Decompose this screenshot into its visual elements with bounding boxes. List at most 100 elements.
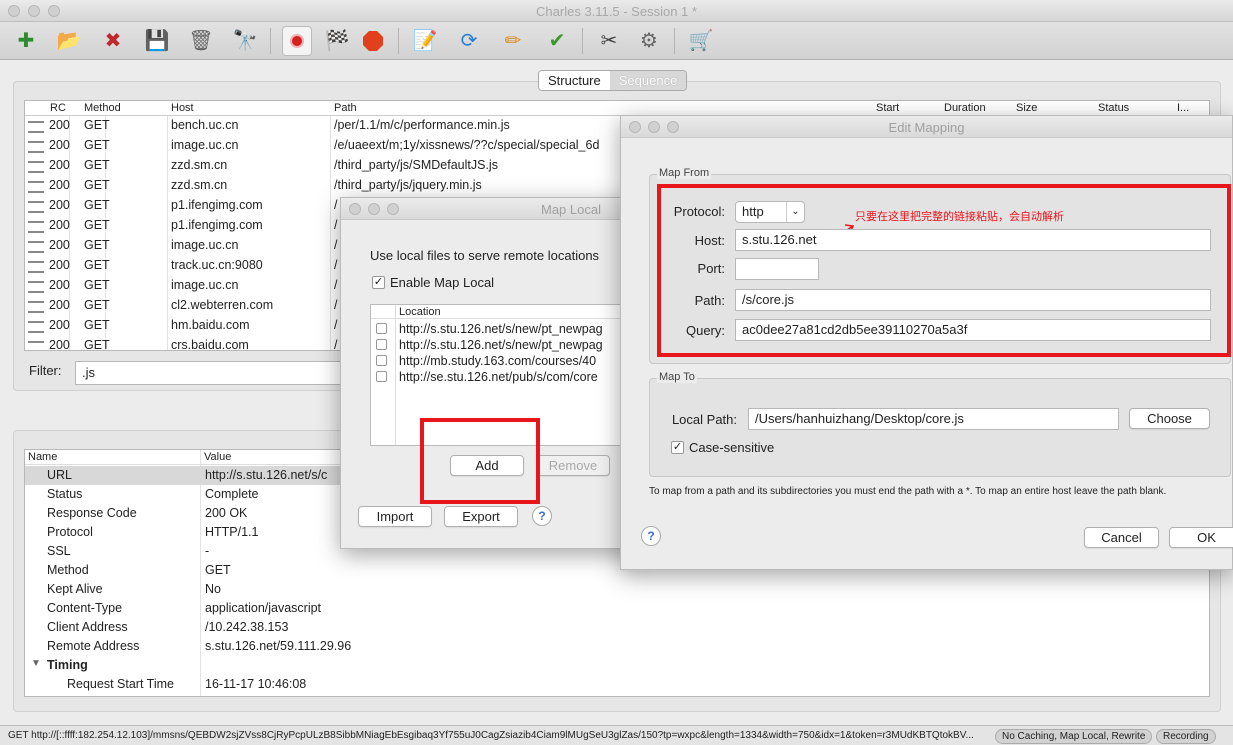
- clear-session-icon[interactable]: 🗑: [186, 26, 216, 56]
- row-method: GET: [84, 218, 110, 232]
- property-row[interactable]: Kept Alive No: [25, 580, 1209, 599]
- property-name: Status: [47, 487, 83, 501]
- location-row[interactable]: http://s.stu.126.net/s/new/pt_newpag: [371, 321, 629, 337]
- edit-request-icon[interactable]: 📝: [410, 26, 440, 56]
- path-hint-text: To map from a path and its subdirectorie…: [649, 486, 1167, 497]
- col-host[interactable]: Host: [171, 102, 194, 114]
- case-sensitive-checkbox[interactable]: ✓: [671, 441, 684, 454]
- row-host: p1.ifengimg.com: [171, 218, 263, 232]
- response-icon: [28, 161, 44, 173]
- local-path-input[interactable]: /Users/hanhuizhang/Desktop/core.js: [748, 408, 1119, 430]
- property-row[interactable]: Request Start Time 16-11-17 10:46:08: [25, 675, 1209, 694]
- property-value: /10.242.38.153: [205, 620, 289, 634]
- close-window-button[interactable]: [349, 203, 361, 215]
- ok-button[interactable]: OK: [1169, 527, 1233, 548]
- row-rc: 200: [49, 198, 70, 212]
- row-path: /: [334, 338, 338, 351]
- response-icon: [28, 221, 44, 233]
- filter-input[interactable]: .js: [75, 361, 345, 385]
- close-session-icon[interactable]: ✖: [98, 26, 128, 56]
- property-value: Complete: [205, 487, 259, 501]
- open-session-icon[interactable]: 📂: [54, 26, 84, 56]
- property-value: http://s.stu.126.net/s/c: [205, 468, 328, 482]
- row-method: GET: [84, 118, 110, 132]
- property-row[interactable]: Client Address/10.242.38.153: [25, 618, 1209, 637]
- tools-status-badge[interactable]: No Caching, Map Local, Rewrite: [995, 729, 1153, 744]
- map-from-highlight: [657, 184, 1231, 357]
- stop-breakpoints-icon[interactable]: [358, 26, 388, 56]
- row-rc: 200: [49, 238, 70, 252]
- repeat-icon[interactable]: ⟳: [454, 26, 484, 56]
- save-session-icon[interactable]: 💾: [142, 26, 172, 56]
- col-info[interactable]: I...: [1177, 102, 1189, 114]
- tab-sequence[interactable]: Sequence: [609, 71, 687, 90]
- property-name: Timing: [47, 658, 88, 672]
- property-name: SSL: [47, 544, 71, 558]
- row-method: GET: [84, 158, 110, 172]
- response-icon: [28, 141, 44, 153]
- help-icon[interactable]: ?: [532, 506, 552, 526]
- location-row[interactable]: http://s.stu.126.net/s/new/pt_newpag: [371, 337, 629, 353]
- import-button[interactable]: Import: [358, 506, 432, 527]
- cancel-button[interactable]: Cancel: [1084, 527, 1159, 548]
- row-path: /: [334, 318, 338, 332]
- choose-button[interactable]: Choose: [1129, 408, 1210, 429]
- new-session-icon[interactable]: ✚: [11, 26, 41, 56]
- property-value: s.stu.126.net/59.111.29.96: [205, 639, 352, 653]
- status-text: GET http://[::ffff:182.254.12.103]/mmsns…: [8, 730, 974, 741]
- property-value: 200 OK: [205, 506, 248, 520]
- location-enabled-checkbox[interactable]: [376, 355, 387, 366]
- location-enabled-checkbox[interactable]: [376, 371, 387, 382]
- status-bar: GET http://[::ffff:182.254.12.103]/mmsns…: [0, 725, 1233, 745]
- throttle-flag-icon[interactable]: 🏁: [322, 26, 352, 56]
- row-method: GET: [84, 238, 110, 252]
- remove-button[interactable]: Remove: [536, 455, 610, 476]
- col-status[interactable]: Status: [1098, 102, 1129, 114]
- row-rc: 200: [49, 158, 70, 172]
- location-enabled-checkbox[interactable]: [376, 339, 387, 350]
- property-row[interactable]: Content-Type application/javascript: [25, 599, 1209, 618]
- export-button[interactable]: Export: [444, 506, 518, 527]
- toolbar-divider: [582, 28, 583, 54]
- property-row[interactable]: ▼ Timing: [25, 656, 1209, 675]
- response-icon: [28, 281, 44, 293]
- location-enabled-checkbox[interactable]: [376, 323, 387, 334]
- col-start[interactable]: Start: [876, 102, 899, 114]
- map-local-description: Use local files to serve remote location…: [370, 248, 600, 263]
- recording-badge[interactable]: Recording: [1156, 729, 1216, 744]
- row-path: /: [334, 198, 338, 212]
- location-row[interactable]: http://se.stu.126.net/pub/s/com/core: [371, 369, 629, 385]
- row-method: GET: [84, 178, 110, 192]
- tab-structure[interactable]: Structure: [539, 71, 610, 90]
- row-rc: 200: [49, 258, 70, 272]
- row-rc: 200: [49, 218, 70, 232]
- table-header: RC Method Host Path Start Duration Size …: [25, 101, 1209, 116]
- col-path[interactable]: Path: [334, 102, 357, 114]
- validate-icon[interactable]: ✔: [542, 26, 572, 56]
- help-icon[interactable]: ?: [641, 526, 661, 546]
- find-icon[interactable]: 🔭: [230, 26, 260, 56]
- disclosure-triangle-icon[interactable]: ▼: [31, 658, 41, 669]
- col-rc[interactable]: RC: [50, 102, 66, 114]
- minimize-window-button[interactable]: [368, 203, 380, 215]
- shopping-cart-icon[interactable]: 🛒: [686, 26, 716, 56]
- zoom-window-button[interactable]: [387, 203, 399, 215]
- location-row[interactable]: http://mb.study.163.com/courses/40: [371, 353, 629, 369]
- tools-icon[interactable]: ✂: [594, 26, 624, 56]
- col-duration[interactable]: Duration: [944, 102, 986, 114]
- record-icon[interactable]: [282, 26, 312, 56]
- property-name: Response Code: [47, 506, 137, 520]
- case-sensitive-label: Case-sensitive: [689, 440, 775, 455]
- col-method[interactable]: Method: [84, 102, 121, 114]
- toolbar-divider: [270, 28, 271, 54]
- row-path: /third_party/js/SMDefaultJS.js: [334, 158, 498, 172]
- property-row[interactable]: Remote Address s.stu.126.net/59.111.29.96: [25, 637, 1209, 656]
- row-rc: 200: [49, 318, 70, 332]
- title-bar: Charles 3.11.5 - Session 1 *: [0, 0, 1233, 22]
- enable-map-local-checkbox[interactable]: ✓: [372, 276, 385, 289]
- pencil-icon[interactable]: ✏: [498, 26, 528, 56]
- row-rc: 200: [49, 178, 70, 192]
- settings-icon[interactable]: ⚙: [634, 26, 664, 56]
- col-size[interactable]: Size: [1016, 102, 1037, 114]
- response-icon: [28, 121, 44, 133]
